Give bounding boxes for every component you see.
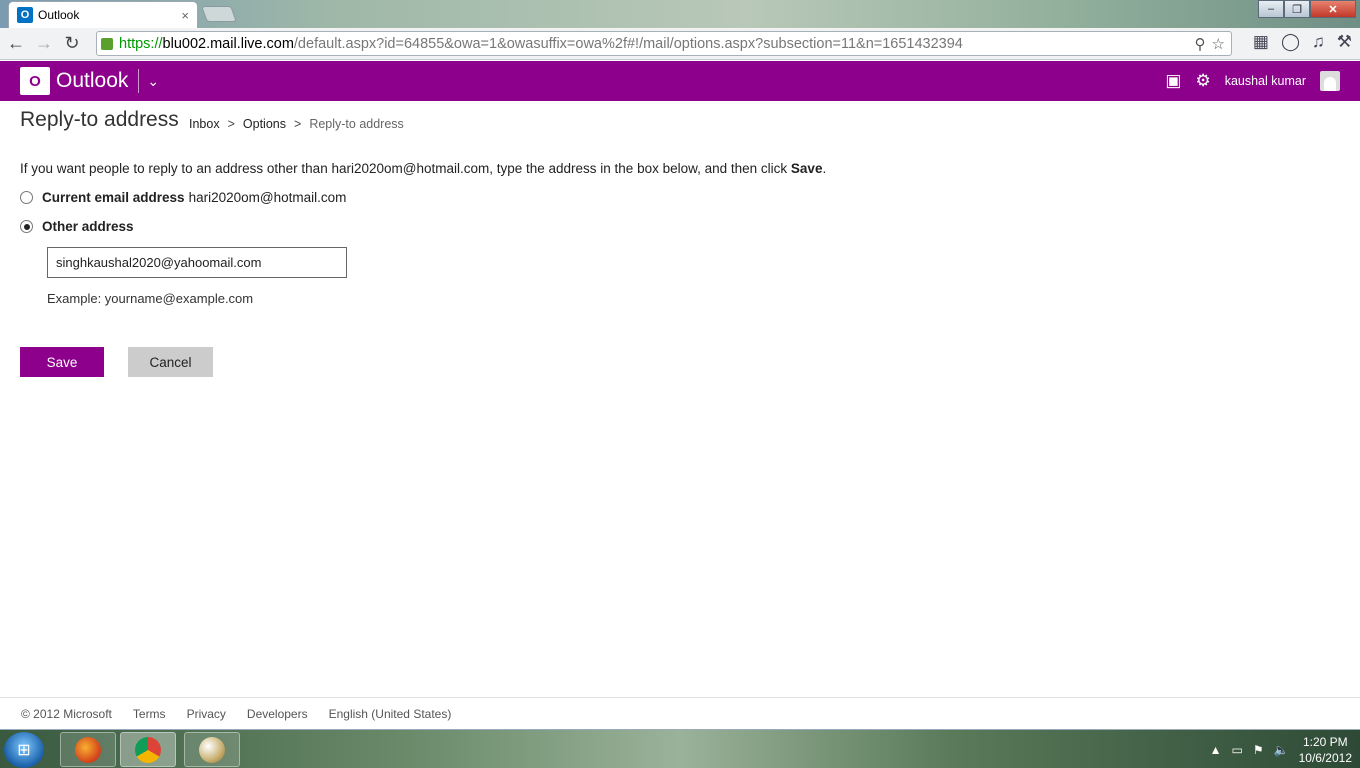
- footer: © 2012 Microsoft Terms Privacy Developer…: [0, 697, 1360, 729]
- qr-extension-icon[interactable]: ▦: [1253, 32, 1269, 52]
- copyright: © 2012 Microsoft: [21, 706, 112, 721]
- action-center-icon[interactable]: ⚑: [1253, 743, 1264, 757]
- example-hint: Example: yourname@example.com: [47, 291, 254, 306]
- maximize-button[interactable]: ❐: [1284, 0, 1310, 18]
- cancel-button[interactable]: Cancel: [128, 347, 213, 377]
- avatar-icon[interactable]: [1320, 71, 1340, 91]
- instructions-body: If you want people to reply to an addres…: [20, 161, 791, 176]
- new-tab-button[interactable]: [201, 6, 237, 22]
- breadcrumb-options[interactable]: Options: [243, 117, 286, 131]
- user-name[interactable]: kaushal kumar: [1225, 74, 1306, 88]
- chrome-icon: [135, 736, 161, 763]
- footer-link-developers[interactable]: Developers: [247, 707, 308, 721]
- taskbar-firefox[interactable]: [60, 732, 116, 767]
- address-bar[interactable]: https://blu002.mail.live.com/default.asp…: [96, 31, 1232, 56]
- messaging-icon[interactable]: ▣: [1165, 71, 1181, 91]
- tab-close-icon[interactable]: ×: [181, 8, 189, 23]
- footer-link-terms[interactable]: Terms: [133, 707, 166, 721]
- instructions-save-word: Save: [790, 161, 823, 176]
- instructions-text: If you want people to reply to an addres…: [20, 161, 826, 176]
- window-controls: – ❐ ✕: [1258, 0, 1356, 18]
- start-button-icon[interactable]: ⊞: [4, 732, 44, 768]
- browser-tabstrip: O Outlook × – ❐ ✕: [0, 0, 1360, 28]
- breadcrumb-separator: >: [294, 117, 302, 131]
- gear-icon[interactable]: ⚙: [1195, 71, 1210, 91]
- instructions-period: .: [822, 161, 827, 176]
- other-address-input[interactable]: [47, 247, 347, 278]
- footer-link-language[interactable]: English (United States): [329, 707, 452, 721]
- outlook-header: O Outlook ⌄ ▣ ⚙ kaushal kumar: [0, 61, 1360, 101]
- other-address-option[interactable]: Other address: [20, 219, 138, 234]
- current-address-radio[interactable]: [20, 191, 33, 204]
- breadcrumb: Inbox > Options > Reply-to address: [189, 117, 404, 131]
- bookmark-star-icon[interactable]: ☆: [1212, 35, 1225, 53]
- taskbar-chrome[interactable]: [120, 732, 176, 767]
- music-extension-icon[interactable]: ♫: [1312, 32, 1325, 52]
- tray-overflow-icon[interactable]: ▲: [1210, 743, 1222, 757]
- url-path: /default.aspx?id=64855&owa=1&owasuffix=o…: [293, 35, 963, 52]
- current-address-value: hari2020om@hotmail.com: [188, 190, 347, 205]
- clock-date: 10/6/2012: [1298, 751, 1352, 765]
- app-name[interactable]: Outlook: [56, 69, 128, 93]
- minimize-button[interactable]: –: [1258, 0, 1284, 18]
- globe-extension-icon[interactable]: ◯: [1281, 32, 1300, 52]
- lock-icon: [101, 37, 113, 50]
- page-title: Reply-to address: [20, 108, 179, 131]
- browser-toolbar: ← → ↻ https://blu002.mail.live.com/defau…: [0, 28, 1360, 60]
- breadcrumb-separator: >: [227, 117, 235, 131]
- paint-palette-icon: [199, 736, 225, 763]
- volume-icon[interactable]: 🔈: [1274, 743, 1289, 757]
- back-arrow-icon[interactable]: ←: [4, 32, 28, 56]
- close-window-button[interactable]: ✕: [1310, 0, 1356, 18]
- save-button[interactable]: Save: [20, 347, 104, 377]
- tab-title: Outlook: [38, 8, 80, 22]
- url-host: blu002.mail.live.com: [162, 35, 294, 52]
- lightbulb-icon[interactable]: ⚲: [1195, 35, 1206, 53]
- clock[interactable]: 1:20 PM 10/6/2012: [1299, 734, 1352, 766]
- other-address-radio[interactable]: [20, 220, 33, 233]
- outlook-logo-icon[interactable]: O: [20, 67, 50, 95]
- url-scheme: https://: [119, 35, 163, 52]
- network-icon[interactable]: ▭: [1232, 743, 1243, 757]
- clock-time: 1:20 PM: [1302, 735, 1348, 749]
- breadcrumb-inbox[interactable]: Inbox: [189, 117, 220, 131]
- current-address-label: Current email address: [42, 190, 185, 205]
- breadcrumb-current: Reply-to address: [309, 117, 404, 131]
- app-switcher-chevron-icon[interactable]: ⌄: [147, 73, 159, 90]
- system-tray: ▲ ▭ ⚑ 🔈 1:20 PM 10/6/2012: [1210, 734, 1352, 766]
- current-address-option[interactable]: Current email address hari2020om@hotmail…: [20, 190, 346, 205]
- outlook-favicon-icon: O: [17, 7, 33, 23]
- wrench-menu-icon[interactable]: ⚒: [1337, 32, 1352, 52]
- taskbar-paint[interactable]: [184, 732, 240, 767]
- windows-taskbar: ⊞ ▲ ▭ ⚑ 🔈 1:20 PM 10/6/2012: [0, 729, 1360, 768]
- firefox-icon: [75, 736, 101, 763]
- footer-link-privacy[interactable]: Privacy: [187, 707, 226, 721]
- browser-tab-outlook[interactable]: O Outlook ×: [8, 1, 198, 28]
- header-divider: [138, 69, 140, 93]
- reload-icon[interactable]: ↻: [60, 32, 84, 56]
- other-address-label: Other address: [42, 219, 134, 234]
- forward-arrow-icon[interactable]: →: [32, 32, 56, 56]
